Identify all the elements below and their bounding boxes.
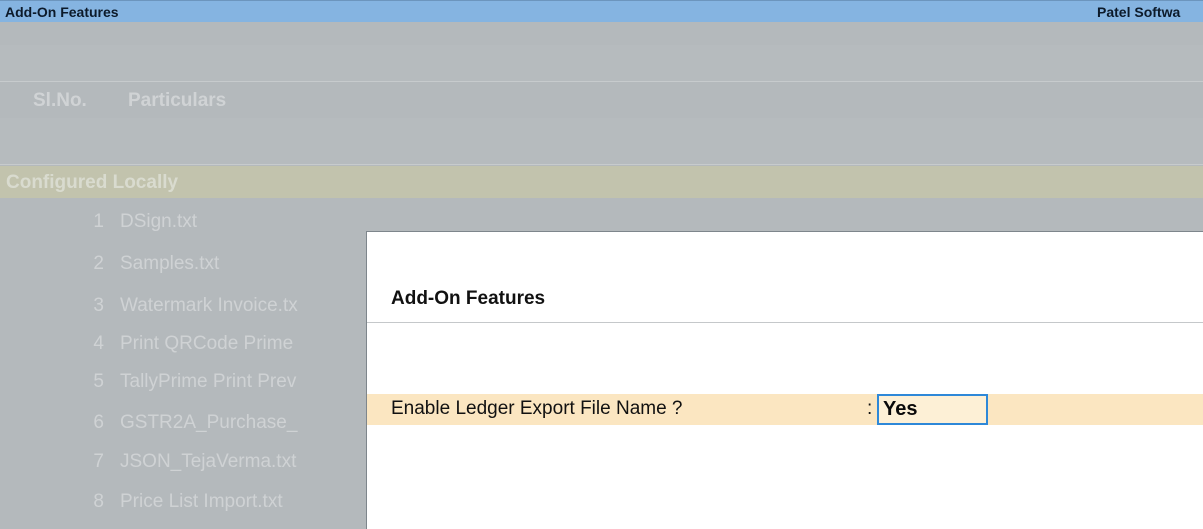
item-name: DSign.txt	[120, 211, 198, 232]
toolbar-strip	[0, 45, 1203, 82]
column-header-slno: Sl.No.	[33, 90, 87, 111]
company-name: Patel Softwa	[1097, 4, 1181, 20]
enable-ledger-export-row[interactable]: Enable Ledger Export File Name ? : Yes	[367, 394, 1203, 425]
item-number: 4	[93, 333, 104, 354]
window-title: Add-On Features	[5, 4, 119, 20]
item-number: 3	[93, 295, 104, 316]
item-number: 2	[93, 253, 104, 274]
item-number: 1	[93, 211, 104, 232]
column-header-particulars: Particulars	[128, 90, 227, 111]
item-number: 6	[93, 412, 104, 433]
addon-features-dialog: Add-On Features Enable Ledger Export Fil…	[366, 231, 1203, 529]
dialog-divider	[367, 322, 1203, 323]
item-name: Watermark Invoice.tx	[120, 295, 298, 316]
item-number: 5	[93, 371, 104, 392]
title-bar: Add-On Features Patel Softwa	[0, 0, 1203, 22]
item-name: GSTR2A_Purchase_	[120, 412, 298, 433]
item-number: 8	[93, 491, 104, 512]
item-name: TallyPrime Print Prev	[120, 371, 297, 392]
enable-ledger-export-input[interactable]: Yes	[877, 394, 988, 425]
item-name: Print QRCode Prime	[120, 333, 294, 354]
item-name: Price List Import.txt	[120, 491, 283, 512]
item-name: Samples.txt	[120, 253, 220, 274]
field-colon: :	[867, 398, 873, 419]
dialog-title: Add-On Features	[391, 288, 546, 309]
item-name: JSON_TejaVerma.txt	[120, 451, 297, 472]
section-header: Configured Locally	[0, 166, 1203, 198]
field-label: Enable Ledger Export File Name ?	[391, 398, 683, 419]
item-number: 7	[93, 451, 104, 472]
header-strip	[0, 118, 1203, 165]
section-title: Configured Locally	[6, 172, 179, 193]
